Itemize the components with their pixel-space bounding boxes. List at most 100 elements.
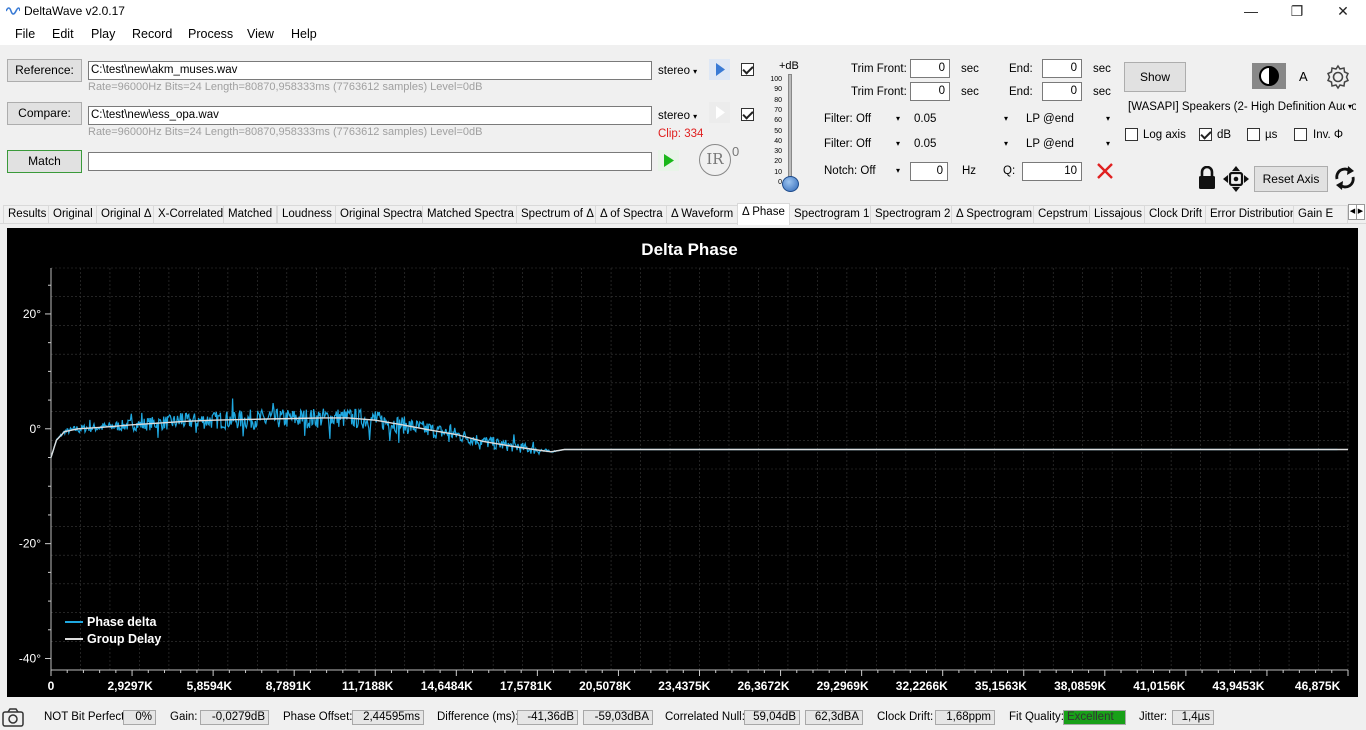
menu-edit[interactable]: Edit (52, 27, 74, 41)
tab-error-distribution[interactable]: Error Distribution (1205, 205, 1301, 224)
pan-move-icon[interactable] (1222, 165, 1250, 193)
legend-label-group-delay: Group Delay (87, 632, 161, 646)
notch-select[interactable]: Notch: Off ▾ (820, 161, 904, 181)
y-tick-label: 20° (23, 307, 41, 321)
tab-clock-drift[interactable]: Clock Drift (1144, 205, 1207, 224)
tab-delta-phase[interactable]: Δ Phase (737, 203, 790, 225)
tab-original-spectra[interactable]: Original Spectra (335, 205, 427, 224)
reference-info: Rate=96000Hz Bits=24 Length=80870,958333… (88, 81, 482, 93)
match-button[interactable]: Match (7, 150, 82, 173)
cmp-trim-end-input[interactable]: 0 (1042, 82, 1082, 101)
reference-channel-select[interactable]: stereo ▾ (658, 65, 697, 77)
db-checkbox[interactable] (1199, 128, 1212, 141)
tab-spectrogram-1[interactable]: Spectrogram 1 (789, 205, 874, 224)
tab-lissajous[interactable]: Lissajous (1089, 205, 1147, 224)
status-bar: NOT Bit Perfect 0% Gain: -0,0279dB Phase… (0, 706, 1366, 730)
reference-path-input[interactable]: C:\test\new\akm_muses.wav (88, 61, 652, 80)
clock-drift-value: 1,68ppm (935, 710, 995, 725)
cmp-trim-front-input[interactable]: 0 (910, 82, 950, 101)
compare-button[interactable]: Compare: (7, 102, 82, 125)
chart-panel[interactable]: Delta Phase 0 2,9297K 5,8594K 8,7891K 11,7188… (7, 228, 1358, 697)
run-match-icon[interactable] (658, 150, 679, 171)
correlated-null-label: Correlated Null: (665, 711, 745, 723)
tab-matched-spectra[interactable]: Matched Spectra (422, 205, 519, 224)
menu-help[interactable]: Help (291, 27, 317, 41)
volume-slider-handle[interactable] (782, 176, 799, 192)
ref-trim-end-input[interactable]: 0 (1042, 59, 1082, 78)
x-tick-label: 43,9453K (1212, 679, 1264, 693)
compare-path-input[interactable]: C:\test\new\ess_opa.wav (88, 106, 652, 125)
ir-icon[interactable]: IR (699, 144, 731, 176)
tab-results[interactable]: Results (3, 205, 51, 224)
maximize-button[interactable]: ❐ (1274, 0, 1320, 23)
y-tick-label: -40° (19, 652, 41, 666)
camera-icon[interactable] (2, 708, 24, 727)
notch-hz-input[interactable]: 0 (910, 162, 948, 181)
menu-play[interactable]: Play (91, 27, 115, 41)
us-checkbox[interactable] (1247, 128, 1260, 141)
ref-trim-front-input[interactable]: 0 (910, 59, 950, 78)
ref-lowpass-select[interactable]: LP @end ▾ (1022, 109, 1114, 129)
output-device-select[interactable]: [WASAPI] Speakers (2- High Definition Au… (1124, 97, 1356, 117)
font-size-toggle[interactable]: A (1299, 69, 1308, 84)
tab-gain-error[interactable]: Gain E (1293, 205, 1348, 224)
x-tick-label: 23,4375K (658, 679, 710, 693)
contrast-icon[interactable] (1252, 63, 1286, 89)
tab-x-correlated[interactable]: X-Correlated (153, 205, 228, 224)
tab-original[interactable]: Original (48, 205, 98, 224)
log-axis-checkbox[interactable] (1125, 128, 1138, 141)
tab-spectrum-of-delta[interactable]: Spectrum of Δ (516, 205, 599, 224)
close-button[interactable]: ✕ (1320, 0, 1366, 23)
title-bar: DeltaWave v2.0.17 — ❐ ✕ (0, 0, 1366, 23)
menu-file[interactable]: File (15, 27, 35, 41)
difference-db-value: -41,36dB (517, 710, 578, 725)
cmp-filter-value-select[interactable]: 0.05 ▾ (910, 134, 1012, 154)
tab-delta-waveform[interactable]: Δ Waveform (666, 205, 738, 224)
menu-process[interactable]: Process (188, 27, 233, 41)
notch-q-input[interactable]: 10 (1022, 162, 1082, 181)
tab-cepstrum[interactable]: Cepstrum (1033, 205, 1093, 224)
cmp-lowpass-select[interactable]: LP @end ▾ (1022, 134, 1114, 154)
notch-q-label: Q: (1003, 165, 1015, 177)
gear-icon[interactable] (1325, 64, 1351, 90)
tab-scroll-right[interactable]: ▶ (1356, 204, 1365, 220)
tab-spectrogram-2[interactable]: Spectrogram 2 (870, 205, 955, 224)
refresh-icon[interactable] (1333, 165, 1357, 191)
meter-tick-label: 40 (766, 138, 782, 145)
clear-notch-icon[interactable] (1095, 161, 1115, 181)
tab-loudness[interactable]: Loudness (277, 205, 337, 224)
lock-icon[interactable] (1197, 166, 1217, 190)
cmp-filter-select[interactable]: Filter: Off ▾ (820, 134, 904, 154)
tab-delta-of-spectra[interactable]: Δ of Spectra (595, 205, 668, 224)
tab-original-delta[interactable]: Original Δ (96, 205, 157, 224)
tab-delta-spectrogram[interactable]: Δ Spectrogram (951, 205, 1037, 224)
ref-filter-value-select[interactable]: 0.05 ▾ (910, 109, 1012, 129)
reference-checkbox[interactable] (741, 63, 754, 76)
delta-phase-chart[interactable]: Delta Phase 0 2,9297K 5,8594K 8,7891K 11,7188… (7, 228, 1358, 697)
play-compare-icon[interactable] (709, 102, 730, 123)
minimize-button[interactable]: — (1228, 0, 1274, 23)
reset-axis-button[interactable]: Reset Axis (1254, 166, 1328, 192)
meter-tick-label: 0 (766, 179, 782, 186)
menu-bar: File Edit Play Record Process View Help (0, 23, 1366, 45)
jitter-label: Jitter: (1139, 711, 1167, 723)
reference-button[interactable]: Reference: (7, 59, 82, 82)
menu-record[interactable]: Record (132, 27, 172, 41)
x-tick-label: 5,8594K (187, 679, 233, 693)
x-tick-label: 20,5078K (579, 679, 631, 693)
show-button[interactable]: Show (1124, 62, 1186, 92)
compare-channel-select[interactable]: stereo ▾ (658, 110, 697, 122)
invert-phase-checkbox[interactable] (1294, 128, 1307, 141)
x-tick-label: 26,3672K (737, 679, 789, 693)
ir-superscript: 0 (732, 144, 739, 159)
phase-offset-label: Phase Offset: (283, 711, 352, 723)
menu-view[interactable]: View (247, 27, 274, 41)
play-reference-icon[interactable] (709, 59, 730, 80)
ref-filter-select[interactable]: Filter: Off ▾ (820, 109, 904, 129)
trim-unit: sec (1093, 86, 1111, 98)
tab-matched[interactable]: Matched (223, 205, 277, 224)
trim-front-label: Trim Front: (851, 63, 907, 75)
compare-checkbox[interactable] (741, 108, 754, 121)
y-tick-label: -20° (19, 537, 41, 551)
meter-tick-label: 60 (766, 117, 782, 124)
